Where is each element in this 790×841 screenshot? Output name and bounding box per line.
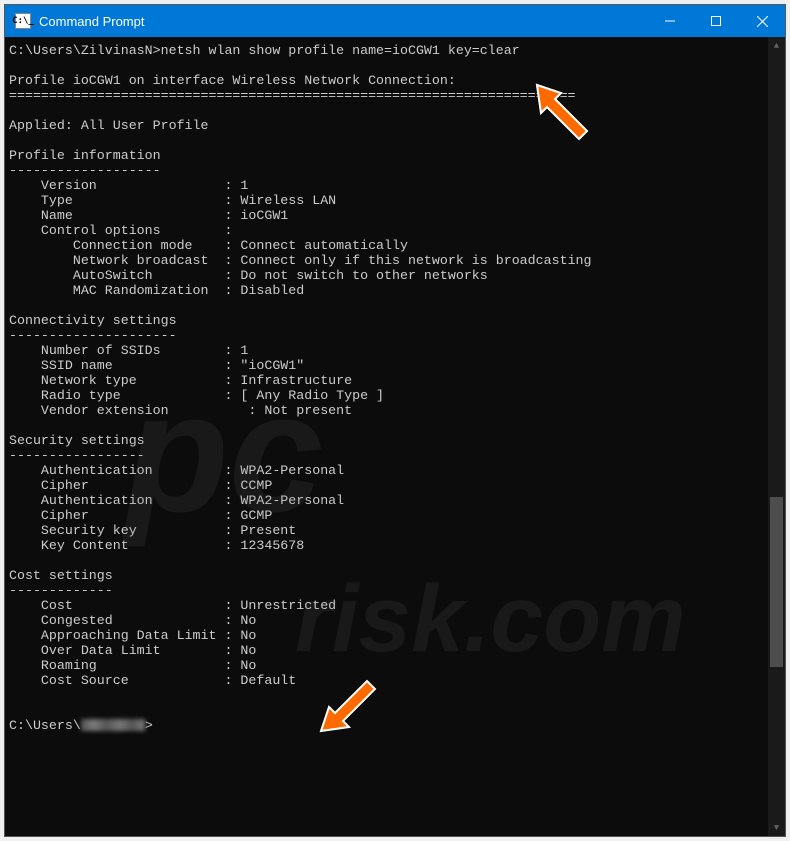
row-value: "ioCGW1" — [240, 358, 304, 373]
applied-line: Applied: All User Profile — [9, 118, 209, 133]
row-value: 1 — [240, 343, 248, 358]
row-label: Name : — [9, 208, 240, 223]
row-value: [ Any Radio Type ] — [240, 388, 384, 403]
window-controls — [647, 5, 785, 37]
scroll-thumb[interactable] — [770, 497, 783, 667]
divider: ========================================… — [9, 88, 576, 103]
command-text: netsh wlan show profile name=ioCGW1 key=… — [161, 43, 520, 58]
row-value: WPA2-Personal — [240, 463, 344, 478]
row-value: No — [240, 658, 256, 673]
cmd-icon: C:\_ — [15, 13, 31, 29]
row-value: Wireless LAN — [240, 193, 336, 208]
row-value: 1 — [240, 178, 248, 193]
row-label: Authentication : — [9, 493, 240, 508]
row-value: Present — [240, 523, 296, 538]
row-label: Roaming : — [9, 658, 240, 673]
section-connectivity: Connectivity settings — [9, 313, 177, 328]
window-title: Command Prompt — [39, 14, 647, 29]
prompt-tail: > — [145, 718, 153, 733]
titlebar[interactable]: C:\_ Command Prompt — [5, 5, 785, 37]
row-value: GCMP — [240, 508, 272, 523]
profile-header: Profile ioCGW1 on interface Wireless Net… — [9, 73, 456, 88]
row-label: Version : — [9, 178, 240, 193]
terminal-output[interactable]: C:\Users\ZilvinasN>netsh wlan show profi… — [5, 37, 768, 836]
row-value: Default — [240, 673, 296, 688]
vertical-scrollbar[interactable]: ▲ ▼ — [768, 37, 785, 836]
dash: ------------- — [9, 583, 113, 598]
dash: ------------------- — [9, 163, 161, 178]
row-value: No — [240, 628, 256, 643]
row-label: Vendor extension : — [9, 403, 264, 418]
row-value: Unrestricted — [240, 598, 336, 613]
row-label: Cost : — [9, 598, 240, 613]
content-area: C:\Users\ZilvinasN>netsh wlan show profi… — [5, 37, 785, 836]
dash: --------------------- — [9, 328, 177, 343]
row-value: Connect only if this network is broadcas… — [240, 253, 591, 268]
row-label: Network broadcast : — [9, 253, 240, 268]
row-label: Control options : — [9, 223, 232, 238]
row-value: No — [240, 613, 256, 628]
row-label: Authentication : — [9, 463, 240, 478]
row-label: AutoSwitch : — [9, 268, 240, 283]
row-value: ioCGW1 — [240, 208, 288, 223]
row-label: Cost Source : — [9, 673, 240, 688]
row-label: SSID name : — [9, 358, 240, 373]
row-value: Do not switch to other networks — [240, 268, 487, 283]
row-label: Cipher : — [9, 508, 240, 523]
prompt: C:\Users\ — [9, 718, 81, 733]
row-value: WPA2-Personal — [240, 493, 344, 508]
redacted-username — [81, 719, 145, 731]
close-button[interactable] — [739, 5, 785, 37]
scroll-up-arrow-icon[interactable]: ▲ — [768, 37, 785, 54]
row-value: Infrastructure — [240, 373, 352, 388]
row-value: Connect automatically — [240, 238, 408, 253]
row-label: Number of SSIDs : — [9, 343, 240, 358]
row-label: Approaching Data Limit : — [9, 628, 240, 643]
section-cost: Cost settings — [9, 568, 113, 583]
row-label: Key Content : — [9, 538, 240, 553]
row-value: Not present — [264, 403, 352, 418]
row-label: Cipher : — [9, 478, 240, 493]
minimize-button[interactable] — [647, 5, 693, 37]
row-label: Over Data Limit : — [9, 643, 240, 658]
prompt: C:\Users\ZilvinasN> — [9, 43, 161, 58]
dash: ----------------- — [9, 448, 145, 463]
row-label: Radio type : — [9, 388, 240, 403]
key-content-value: 12345678 — [240, 538, 304, 553]
section-profile-info: Profile information — [9, 148, 161, 163]
maximize-button[interactable] — [693, 5, 739, 37]
cmd-window: C:\_ Command Prompt C:\Users\ZilvinasN>n… — [4, 4, 786, 837]
row-label: Type : — [9, 193, 240, 208]
row-value: CCMP — [240, 478, 272, 493]
row-value: Disabled — [240, 283, 304, 298]
row-label: Connection mode : — [9, 238, 240, 253]
row-value: No — [240, 643, 256, 658]
row-label: Congested : — [9, 613, 240, 628]
scroll-down-arrow-icon[interactable]: ▼ — [768, 819, 785, 836]
section-security: Security settings — [9, 433, 145, 448]
row-label: Security key : — [9, 523, 240, 538]
row-label: Network type : — [9, 373, 240, 388]
row-label: MAC Randomization : — [9, 283, 240, 298]
